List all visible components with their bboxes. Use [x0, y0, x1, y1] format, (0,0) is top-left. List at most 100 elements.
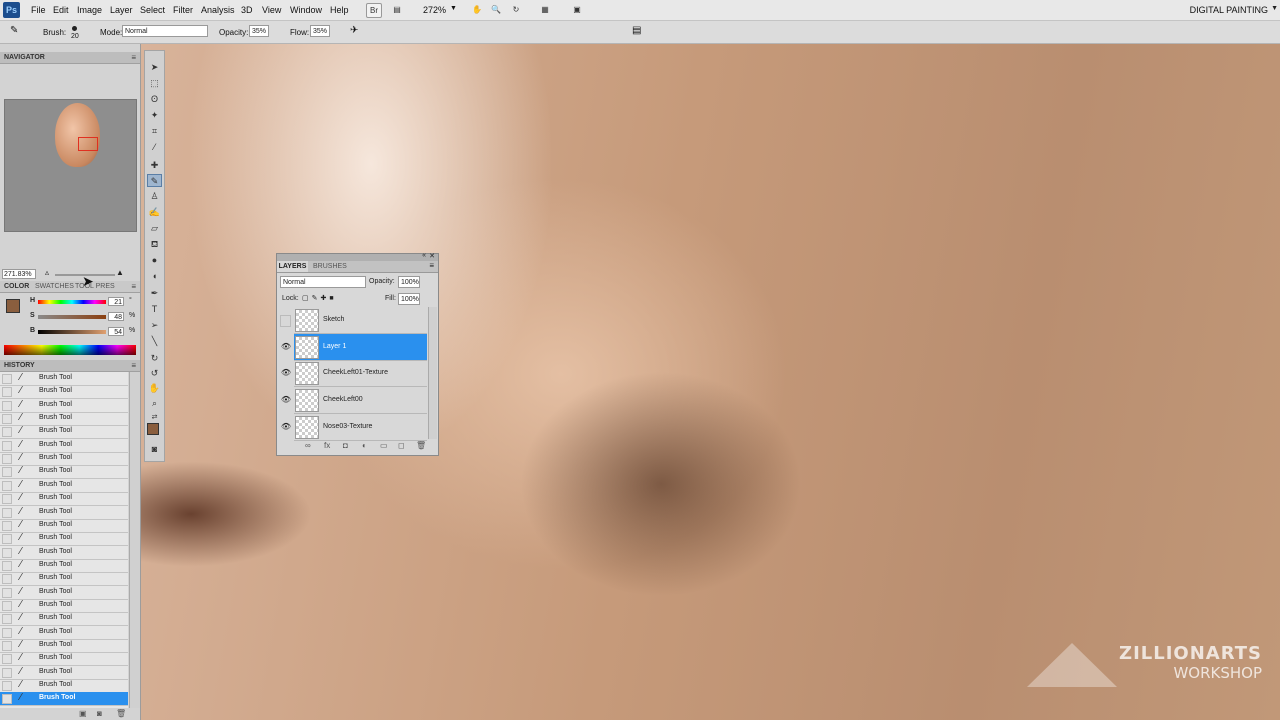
menu-file[interactable]: File — [31, 5, 46, 15]
snapshot-source-checkbox[interactable] — [2, 507, 12, 518]
brightness-slider[interactable] — [38, 330, 106, 334]
workspace-switcher[interactable]: DIGITAL PAINTING — [1190, 5, 1268, 15]
link-layers-icon[interactable]: ∞ — [305, 441, 311, 450]
eraser-tool-icon[interactable]: ▱ — [147, 222, 162, 235]
saturation-slider[interactable] — [38, 315, 106, 319]
snapshot-source-checkbox[interactable] — [2, 574, 12, 585]
close-icon[interactable]: ✕ — [429, 252, 435, 260]
opacity-field[interactable]: 35% — [249, 25, 269, 37]
history-state[interactable]: ⁄ Brush Tool — [0, 586, 128, 600]
visibility-eye-icon[interactable]: 👁 — [280, 414, 292, 440]
tab-brushes[interactable]: BRUSHES — [313, 261, 347, 273]
history-state[interactable]: ⁄ Brush Tool — [0, 612, 128, 627]
history-state[interactable]: ⁄ Brush Tool — [0, 666, 128, 680]
snapshot-source-checkbox[interactable] — [2, 600, 12, 611]
fill-field[interactable]: 100% — [398, 293, 420, 305]
snapshot-source-checkbox[interactable] — [2, 454, 12, 465]
add-mask-icon[interactable]: ◘ — [343, 441, 348, 450]
history-state[interactable]: ⁄ Brush Tool — [0, 385, 128, 400]
layer-row[interactable]: CheekLeft00 — [294, 387, 427, 415]
eyedropper-tool-icon[interactable]: ⁄ — [147, 141, 162, 154]
menu-help[interactable]: Help — [330, 5, 349, 15]
brush-preset-icon[interactable]: ✎ — [10, 25, 18, 36]
zoom-level-menu[interactable]: 272% — [423, 5, 446, 15]
hue-slider[interactable] — [38, 300, 106, 304]
snapshot-source-checkbox[interactable] — [2, 414, 12, 425]
history-panel-header[interactable]: HISTORY ≡ — [0, 360, 140, 372]
new-group-icon[interactable]: ▭ — [380, 441, 388, 450]
hue-field[interactable]: 21 — [108, 297, 124, 306]
mode-select[interactable]: Normal — [122, 25, 208, 37]
history-state[interactable]: ⁄ Brush Tool — [0, 439, 128, 453]
crop-tool-icon[interactable]: ⌗ — [147, 125, 162, 138]
zoom-tool-icon[interactable]: 🔍 — [489, 3, 503, 16]
history-state[interactable]: ⁄ Brush Tool — [0, 546, 128, 560]
chevron-down-icon[interactable]: ▼ — [1271, 5, 1278, 12]
lock-options-icon[interactable]: ▢✎✚■ — [302, 294, 337, 302]
panel-menu-icon[interactable]: ≡ — [131, 361, 136, 370]
history-state[interactable]: ⁄ Brush Tool — [0, 652, 128, 667]
layer-row[interactable]: Sketch — [294, 307, 427, 334]
history-state[interactable]: ⁄ Brush Tool — [0, 372, 128, 386]
snapshot-source-checkbox[interactable] — [2, 654, 12, 665]
navigator-view-box[interactable] — [78, 137, 98, 151]
3d-rotate-tool-icon[interactable]: ↻ — [147, 352, 162, 365]
paint-bucket-tool-icon[interactable]: ⛾ — [147, 238, 162, 251]
snapshot-source-checkbox[interactable] — [2, 374, 12, 384]
flow-field[interactable]: 35% — [310, 25, 330, 37]
history-state[interactable]: ⁄ Brush Tool — [0, 452, 128, 467]
navigator-preview[interactable] — [4, 99, 137, 232]
toolbox-foreground-swatch[interactable] — [147, 423, 159, 435]
menu-analysis[interactable]: Analysis — [201, 5, 235, 15]
history-state[interactable]: ⁄ Brush Tool — [0, 626, 128, 640]
type-tool-icon[interactable]: T — [147, 303, 162, 316]
hand-tool-icon[interactable]: ✋ — [147, 382, 162, 395]
new-layer-icon[interactable]: ◻ — [398, 441, 405, 450]
brush-tip-icon[interactable] — [72, 26, 77, 31]
snapshot-source-checkbox[interactable] — [2, 494, 12, 505]
zoom-tool-icon[interactable]: ⌕ — [147, 397, 162, 410]
snapshot-source-checkbox[interactable] — [2, 681, 12, 692]
arrange-documents-icon[interactable]: ▦ — [538, 3, 552, 16]
snapshot-source-checkbox[interactable] — [2, 547, 12, 558]
menu-filter[interactable]: Filter — [173, 5, 193, 15]
menu-layer[interactable]: Layer — [110, 5, 133, 15]
snapshot-source-checkbox[interactable] — [2, 440, 12, 451]
history-state[interactable]: ⁄ Brush Tool — [0, 492, 128, 507]
menu-image[interactable]: Image — [77, 5, 102, 15]
saturation-field[interactable]: 48 — [108, 312, 124, 321]
history-brush-tool-icon[interactable]: ✍ — [147, 206, 162, 219]
menu-edit[interactable]: Edit — [53, 5, 69, 15]
snapshot-source-checkbox[interactable] — [2, 587, 12, 598]
panel-menu-icon[interactable]: ≡ — [131, 53, 136, 62]
tab-layers[interactable]: LAYERS — [277, 261, 308, 272]
snapshot-source-checkbox[interactable] — [2, 520, 12, 531]
blur-tool-icon[interactable]: ● — [147, 254, 162, 267]
trash-icon[interactable]: 🗑 — [116, 709, 126, 718]
panel-menu-icon[interactable]: ≡ — [429, 261, 434, 270]
history-state[interactable]: ⁄ Brush Tool — [0, 519, 128, 533]
menu-window[interactable]: Window — [290, 5, 322, 15]
3d-orbit-tool-icon[interactable]: ↺ — [147, 367, 162, 380]
visibility-eye-icon[interactable] — [280, 315, 291, 327]
blend-mode-select[interactable]: Normal — [280, 276, 366, 288]
history-state[interactable]: ⁄ Brush Tool — [0, 465, 128, 480]
zoom-in-icon[interactable]: ▲ — [116, 268, 124, 277]
history-state[interactable]: ⁄ Brush Tool — [0, 479, 128, 493]
menu-select[interactable]: Select — [140, 5, 165, 15]
move-tool-icon[interactable]: ➤ — [147, 61, 162, 74]
snapshot-source-checkbox[interactable] — [2, 534, 12, 545]
hand-tool-icon[interactable]: ✋ — [470, 3, 484, 16]
layer-opacity-field[interactable]: 100% — [398, 276, 420, 288]
history-state[interactable]: ⁄ Brush Tool — [0, 692, 128, 707]
airbrush-icon[interactable]: ✈ — [350, 25, 358, 36]
visibility-eye-icon[interactable]: 👁 — [280, 387, 292, 413]
path-selection-tool-icon[interactable]: ➢ — [147, 319, 162, 332]
snapshot-source-checkbox[interactable] — [2, 560, 12, 571]
snapshot-source-checkbox[interactable] — [2, 614, 12, 625]
history-state[interactable]: ⁄ Brush Tool — [0, 572, 128, 587]
dodge-tool-icon[interactable]: ◖ — [147, 270, 162, 283]
pen-tool-icon[interactable]: ✒ — [147, 287, 162, 300]
navigator-panel-header[interactable]: NAVIGATOR ≡ — [0, 52, 140, 64]
history-state[interactable]: ⁄ Brush Tool — [0, 425, 128, 440]
